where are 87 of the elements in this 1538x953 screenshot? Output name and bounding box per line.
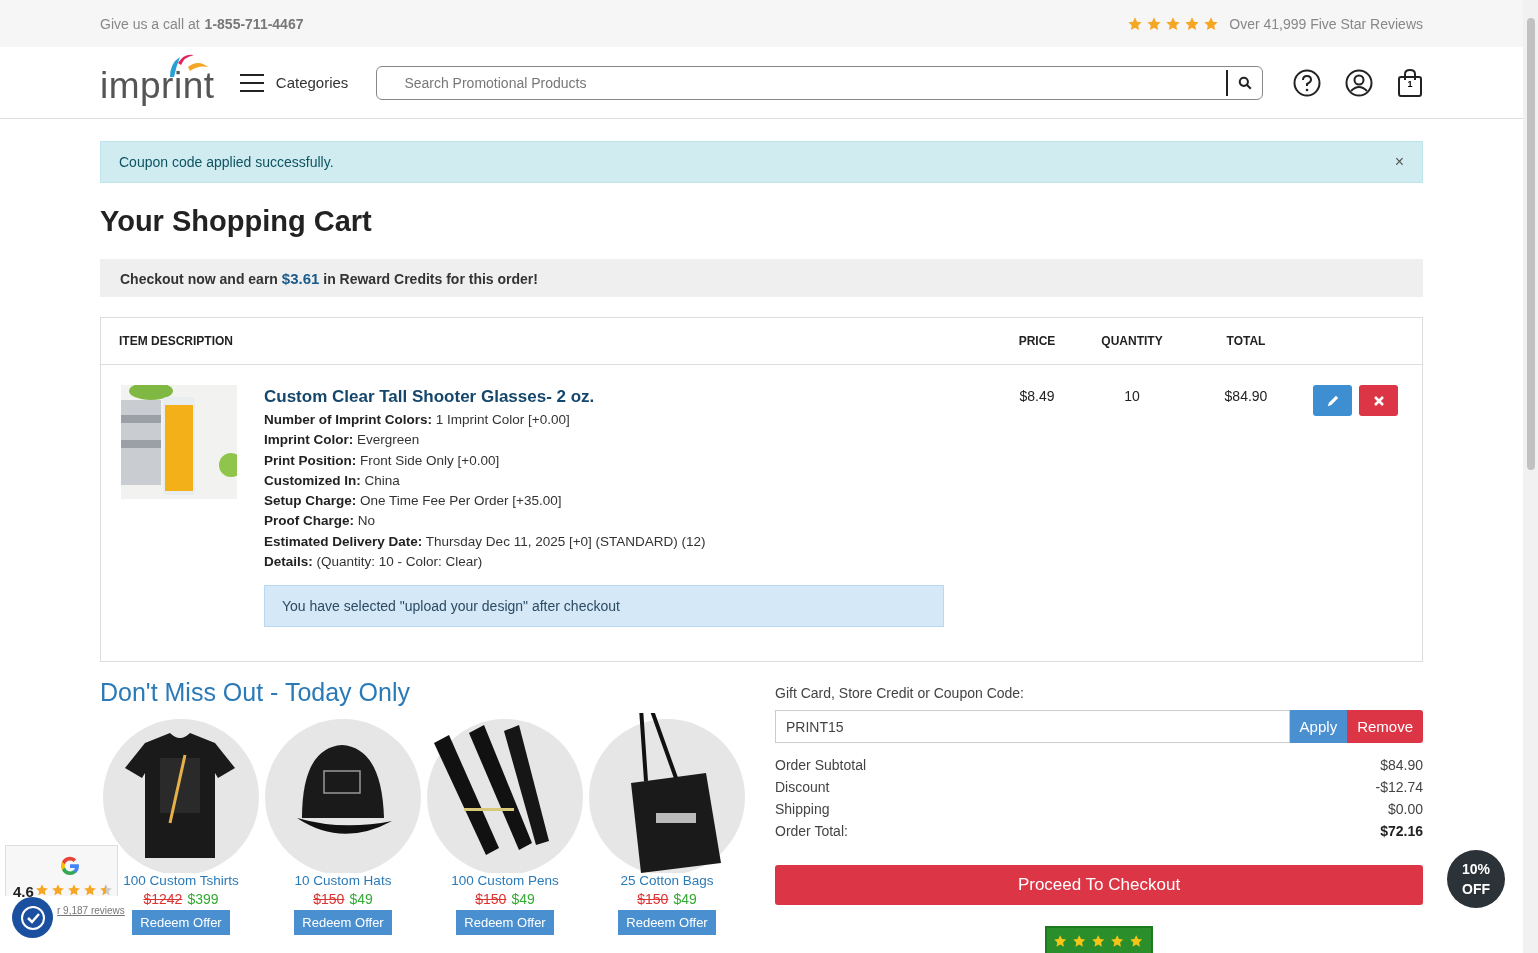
reward-text: Checkout now and earn $3.61 in Reward Credits for this order! [120, 269, 538, 287]
apply-button[interactable]: Apply [1289, 710, 1348, 744]
star-icon [99, 883, 113, 897]
redeem-button[interactable]: Redeem Offer [456, 910, 554, 936]
coupon-label: Gift Card, Store Credit or Coupon Code: [775, 685, 1025, 702]
star-icon [1165, 15, 1182, 32]
summary-label: Discount [775, 779, 830, 798]
help-button[interactable] [1293, 68, 1321, 97]
star-icon [1203, 15, 1220, 32]
close-button[interactable]: × [1394, 153, 1404, 171]
column-header: TOTAL [1225, 334, 1267, 348]
product-detail: Customized In: China [264, 471, 401, 490]
user-icon [1345, 68, 1373, 97]
offer-name[interactable]: 100 Custom Pens [451, 873, 559, 889]
pencil-icon [1325, 393, 1340, 408]
product-detail: Details: (Quantity: 10 - Color: Clear) [264, 553, 484, 572]
reviews-text: Over 41,999 Five Star Reviews [1229, 15, 1423, 32]
upload-note: You have selected "upload your design" after checkout [264, 585, 944, 628]
column-header: PRICE [1017, 334, 1057, 348]
summary-label: Order Total: [775, 823, 848, 842]
offer-name[interactable]: 100 Custom Tshirts [123, 873, 239, 889]
google-icon [58, 854, 82, 878]
product-detail: Imprint Color: Evergreen [264, 431, 421, 450]
old-price: $150 [475, 891, 507, 908]
star-icon [35, 883, 49, 897]
offer-name[interactable]: 25 Cotton Bags [620, 873, 714, 889]
delete-button[interactable] [1359, 385, 1398, 416]
column-header: ITEM DESCRIPTION [118, 334, 234, 348]
summary-value: $84.90 [1380, 757, 1423, 776]
product-detail: Number of Imprint Colors: 1 Imprint Color [+0.00] [264, 411, 571, 429]
checkout-button[interactable]: Proceed To Checkout [775, 865, 1423, 906]
account-button[interactable] [1345, 68, 1373, 97]
offer-name[interactable]: 10 Custom Hats [294, 873, 392, 889]
product-detail: Setup Charge: One Time Fee Per Order [+35.00] [264, 492, 563, 511]
old-price: $1242 [143, 891, 183, 908]
categories-button[interactable]: Categories [239, 72, 349, 93]
star-icon [1127, 15, 1144, 32]
remove-button[interactable]: Remove [1347, 710, 1423, 744]
promo-title: Don't Miss Out - Today Only [100, 678, 411, 708]
badge-percent: 10% [1462, 860, 1490, 879]
price-cell-text: $8.49 [1018, 387, 1056, 406]
redeem-button[interactable]: Redeem Offer [618, 910, 716, 936]
offer-price: $399 [187, 891, 219, 908]
offer-price: $49 [349, 891, 373, 908]
old-price: $150 [637, 891, 669, 908]
star-icon [83, 883, 97, 897]
star-icon [67, 883, 81, 897]
coupon-field[interactable]: PRINT15 [775, 710, 1290, 744]
menu-icon [239, 72, 264, 93]
summary-label: Shipping [775, 801, 830, 820]
page-title: Your Shopping Cart [100, 205, 373, 239]
offer-price: $49 [673, 891, 697, 908]
discount-badge[interactable]: 10% OFF [1447, 850, 1505, 908]
summary-label: Order Subtotal [775, 757, 867, 776]
call-label: Give us a call at 1-855-711-4467 [100, 15, 304, 32]
reviews-link[interactable]: r 9,187 reviews [57, 905, 125, 916]
offer-price: $49 [511, 891, 535, 908]
star-icon [1146, 15, 1163, 32]
search-icon [1238, 75, 1252, 90]
product-name[interactable]: Custom Clear Tall Shooter Glasses- 2 oz. [264, 387, 944, 407]
redeem-button[interactable]: Redeem Offer [132, 910, 230, 936]
google-rating-widget[interactable]: 4.6 [5, 845, 118, 896]
total-cell-text: $84.90 [1223, 387, 1269, 406]
badge-off: OFF [1462, 880, 1490, 899]
close-icon [1372, 394, 1385, 407]
bag-icon [1397, 67, 1423, 98]
star-icon [51, 883, 65, 897]
logo[interactable]: imprint [100, 58, 215, 107]
cart-button[interactable]: 1 [1397, 67, 1423, 98]
star-icon [1184, 15, 1201, 32]
help-icon [1293, 68, 1321, 97]
product-detail: Proof Charge: No [264, 512, 377, 531]
column-header: QUANTITY [1100, 334, 1164, 348]
redeem-button[interactable]: Redeem Offer [294, 910, 392, 936]
edit-button[interactable] [1313, 385, 1352, 416]
summary-value: $72.16 [1380, 823, 1423, 842]
old-price: $150 [313, 891, 345, 908]
alert-message: Coupon code applied successfully. [119, 154, 334, 170]
search-field[interactable]: Search Promotional Products [376, 65, 1263, 100]
product-detail: Estimated Delivery Date: Thursday Dec 11, 2025 [+0] (STANDARD) (12) [264, 532, 707, 551]
summary-value: $0.00 [1387, 801, 1423, 820]
accessibility-button[interactable] [12, 897, 53, 938]
product-detail: Print Position: Front Side Only [+0.00] [264, 451, 501, 470]
accessibility-icon [18, 903, 47, 932]
quantity-cell-text: 10 [1123, 387, 1141, 406]
summary-value: -$12.74 [1375, 779, 1423, 798]
cart-count: 1 [1406, 78, 1414, 89]
